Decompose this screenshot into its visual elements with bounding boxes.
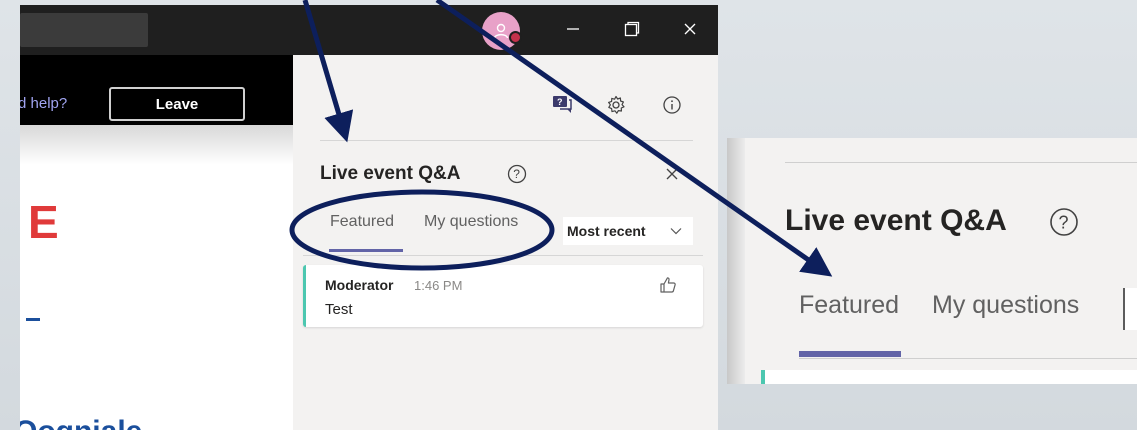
help-icon[interactable]: ? <box>506 163 528 185</box>
search-box[interactable] <box>20 13 148 47</box>
help-link[interactable]: d help? <box>20 95 67 112</box>
avatar-icon[interactable] <box>482 12 522 50</box>
inset-question-card-edge <box>761 370 1137 384</box>
inset-sort-dropdown-edge <box>1123 288 1137 330</box>
active-tab-indicator <box>329 249 403 252</box>
tab-my-questions[interactable]: My questions <box>424 213 518 231</box>
maximize-icon[interactable] <box>620 17 644 41</box>
presence-status-icon <box>509 31 522 44</box>
tab-featured[interactable]: Featured <box>330 213 394 231</box>
tabs-divider <box>303 255 703 256</box>
question-card[interactable]: Moderator 1:46 PM Test <box>303 265 703 327</box>
sort-dropdown-label: Most recent <box>567 223 646 239</box>
event-stage: d help? Leave E Oogniale <box>20 55 293 430</box>
inset-tabs-divider <box>799 358 1137 359</box>
qna-title: Live event Q&A <box>320 163 461 184</box>
qna-icon[interactable]: ? <box>551 93 575 117</box>
sort-dropdown[interactable]: Most recent <box>563 217 693 245</box>
title-bar <box>20 5 718 55</box>
question-time: 1:46 PM <box>414 278 463 293</box>
qna-panel: ? Live event Q&A ? Featured My questions… <box>293 55 718 430</box>
close-icon[interactable] <box>678 17 702 41</box>
inset-qna-title: Live event Q&A <box>785 204 1007 237</box>
zoomed-inset: Live event Q&A ? Featured My questions <box>727 138 1137 384</box>
inset-active-tab-indicator <box>799 351 901 357</box>
slide-partial-text: Oogniale <box>20 415 142 430</box>
teams-window: d help? Leave E Oogniale ? <box>20 5 718 430</box>
inset-tab-my-questions: My questions <box>932 291 1080 319</box>
slide-dash <box>26 318 40 321</box>
inset-divider-top <box>785 162 1137 163</box>
stage-gradient <box>20 125 293 165</box>
question-author: Moderator <box>325 277 394 293</box>
panel-divider <box>320 140 693 141</box>
like-icon[interactable] <box>658 275 680 297</box>
inset-help-icon: ? <box>1048 206 1080 238</box>
gear-icon[interactable] <box>604 93 628 117</box>
svg-text:?: ? <box>557 97 563 107</box>
inset-edge <box>727 138 745 384</box>
question-text: Test <box>325 301 353 318</box>
meeting-bar: d help? Leave <box>20 55 293 125</box>
inset-tab-featured: Featured <box>799 291 900 319</box>
leave-button[interactable]: Leave <box>109 87 245 121</box>
svg-text:?: ? <box>1059 213 1069 233</box>
close-panel-icon[interactable] <box>661 163 683 185</box>
info-icon[interactable] <box>660 93 684 117</box>
svg-text:?: ? <box>513 167 520 181</box>
chevron-down-icon <box>669 224 683 241</box>
slide-letter: E <box>28 196 59 248</box>
minimize-icon[interactable] <box>561 17 585 41</box>
